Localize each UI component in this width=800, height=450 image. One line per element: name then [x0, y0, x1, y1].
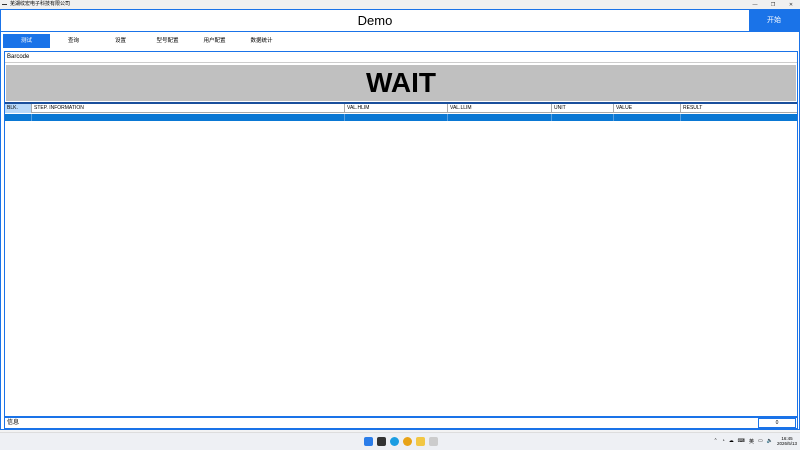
cloud-icon[interactable]: ☁ [729, 438, 734, 444]
table-row[interactable] [5, 114, 797, 121]
column-header-step-information[interactable]: STEP. INFORMATION [32, 104, 345, 113]
tab-bar: 测试 查询 设置 型号配置 用户配置 数据统计 [3, 34, 285, 48]
taskbar-apps [364, 437, 438, 446]
edge-browser-icon[interactable] [390, 437, 399, 446]
window-title: 芜湖纹宏电子科技有限公司 [10, 1, 71, 7]
network-icon[interactable]: ◔ [722, 438, 725, 444]
monitor-icon[interactable]: ▭ [758, 438, 763, 444]
task-view-icon[interactable] [377, 437, 386, 446]
table-cell [345, 114, 448, 121]
running-app-icon[interactable] [429, 437, 438, 446]
app-icon [2, 4, 7, 5]
clock-date: 2026/5/13 [776, 441, 797, 446]
taskbar: ⌃ ◔ ☁ ⌨ 英 ▭ 🔈 16:45 2026/5/13 [0, 432, 800, 450]
tab-data-stats[interactable]: 数据统计 [238, 34, 285, 48]
table-header: BLK. STEP. INFORMATION VAL.HLIM VAL.LLIM… [5, 104, 797, 113]
start-menu-icon[interactable] [364, 437, 373, 446]
ime-indicator[interactable]: 英 [749, 438, 754, 445]
chevron-up-icon[interactable]: ⌃ [714, 438, 718, 444]
minimize-icon[interactable]: — [746, 0, 764, 9]
tab-query[interactable]: 查询 [50, 34, 97, 48]
status-bar: 信息 0 [5, 416, 797, 428]
test-panel: Barcode WAIT BLK. STEP. INFORMATION VAL.… [4, 51, 798, 429]
table-cell [448, 114, 552, 121]
count-display: 0 [758, 418, 796, 428]
column-header-val-hlim[interactable]: VAL.HLIM [345, 104, 448, 113]
table-cell [681, 114, 797, 121]
column-header-value[interactable]: VALUE [614, 104, 681, 113]
tab-settings[interactable]: 设置 [97, 34, 144, 48]
system-tray: ⌃ ◔ ☁ ⌨ 英 ▭ 🔈 16:45 2026/5/13 [714, 436, 797, 446]
tab-user-config[interactable]: 用户配置 [191, 34, 238, 48]
tab-model-config[interactable]: 型号配置 [144, 34, 191, 48]
window-titlebar: 芜湖纹宏电子科技有限公司 — ❐ ✕ [0, 0, 800, 9]
results-table[interactable]: BLK. STEP. INFORMATION VAL.HLIM VAL.LLIM… [5, 102, 797, 415]
column-header-result[interactable]: RESULT [681, 104, 797, 113]
column-header-val-llim[interactable]: VAL.LLIM [448, 104, 552, 113]
app-header: Demo 开始 [1, 10, 799, 32]
start-button[interactable]: 开始 [749, 10, 799, 32]
table-cell [5, 114, 32, 121]
clock[interactable]: 16:45 2026/5/13 [777, 436, 797, 446]
app-window: Demo 开始 测试 查询 设置 型号配置 用户配置 数据统计 Barcode … [0, 9, 800, 430]
info-label: 信息 [7, 420, 20, 426]
column-header-blk[interactable]: BLK. [5, 104, 32, 113]
file-explorer-icon[interactable] [416, 437, 425, 446]
column-header-unit[interactable]: UNIT [552, 104, 614, 113]
app-title: Demo [357, 13, 393, 28]
volume-icon[interactable]: 🔈 [767, 438, 773, 444]
close-icon[interactable]: ✕ [782, 0, 800, 9]
chrome-browser-icon[interactable] [403, 437, 412, 446]
maximize-icon[interactable]: ❐ [764, 0, 782, 9]
table-cell [552, 114, 614, 121]
keyboard-icon[interactable]: ⌨ [738, 438, 745, 444]
status-banner: WAIT [6, 65, 796, 101]
tab-test[interactable]: 测试 [3, 34, 50, 48]
table-cell [614, 114, 681, 121]
table-cell [32, 114, 345, 121]
barcode-field[interactable]: Barcode [5, 52, 797, 63]
